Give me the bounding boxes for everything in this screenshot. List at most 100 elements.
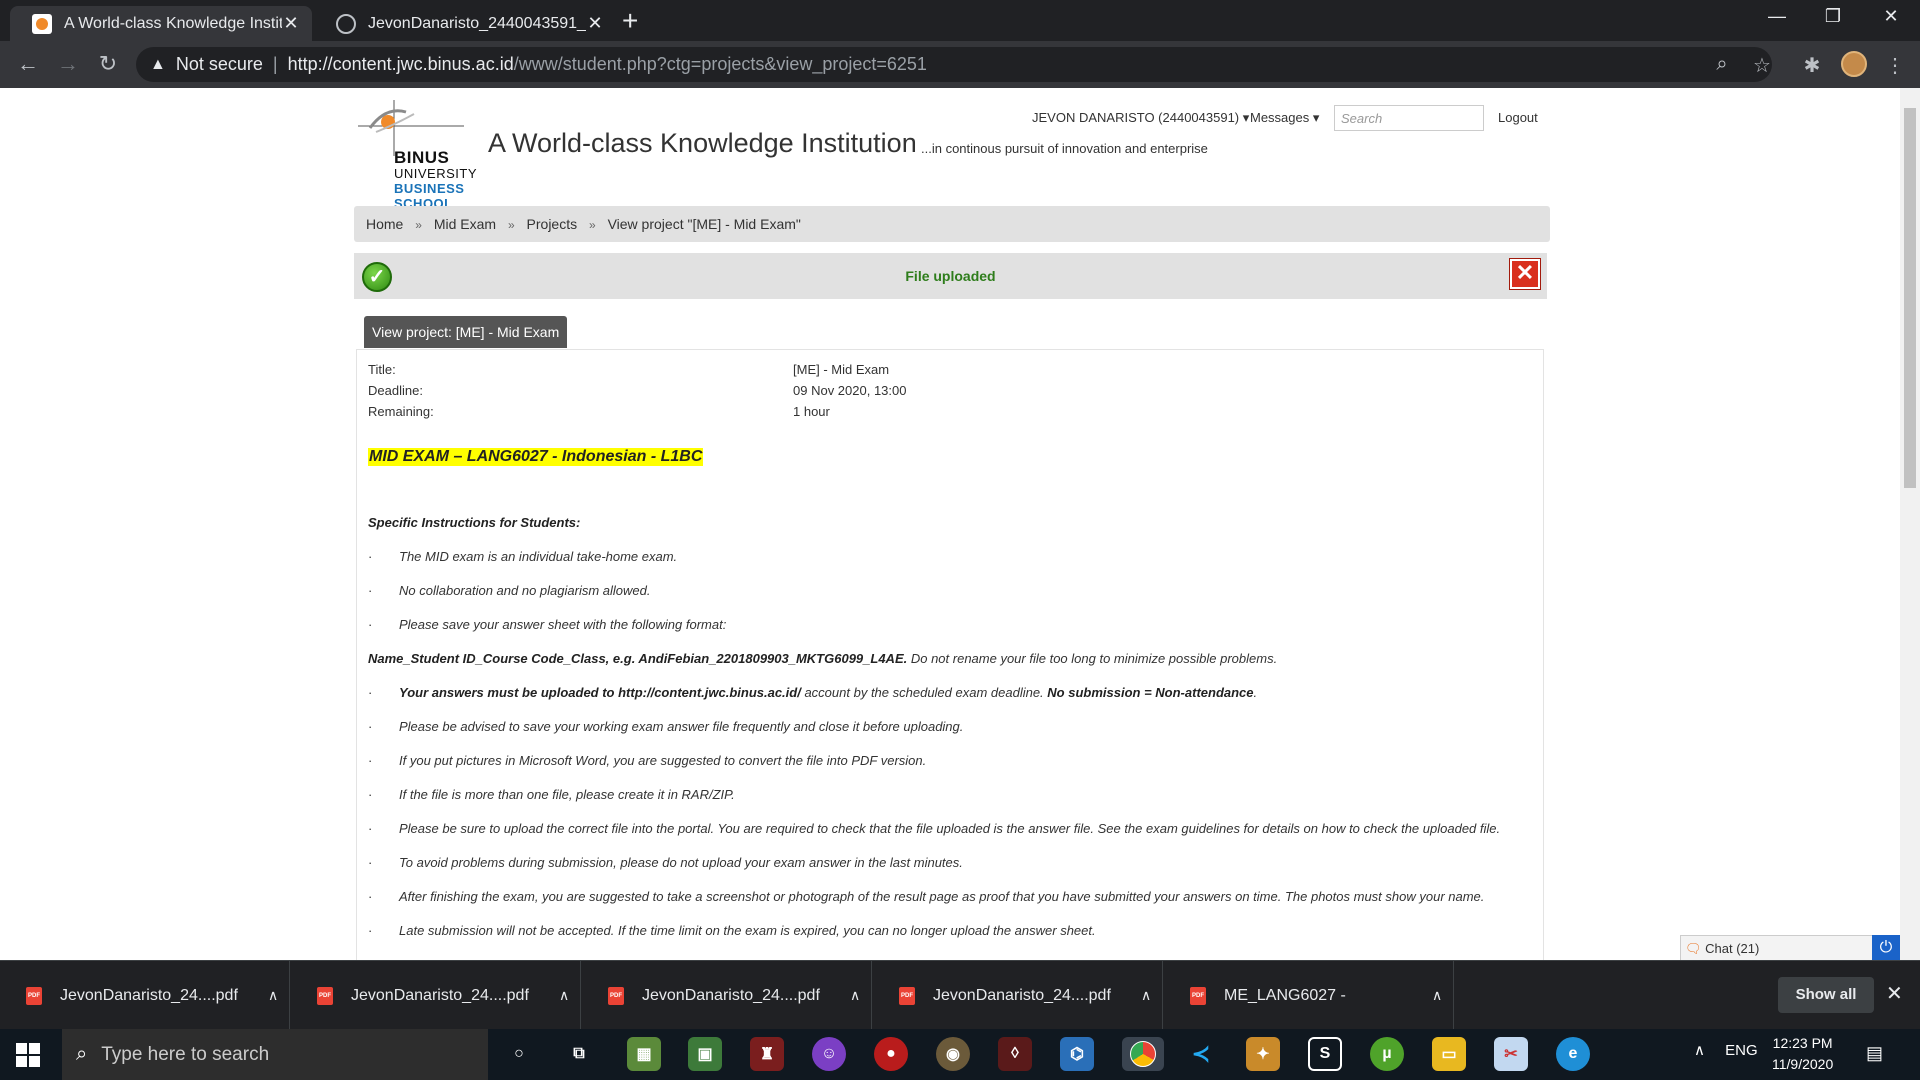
messages-menu[interactable]: Messages ▾ <box>1250 110 1319 126</box>
cortana-icon[interactable]: ○ <box>502 1037 536 1071</box>
tab-inactive[interactable]: JevonDanaristo_2440043591_LAN ✕ <box>314 6 616 41</box>
chat-power-icon[interactable]: ⏻ <box>1872 935 1900 961</box>
bullet: · <box>368 617 373 632</box>
chevron-up-icon[interactable]: ∧ <box>559 987 569 1004</box>
file-explorer-icon[interactable]: ▭ <box>1432 1037 1466 1071</box>
tab-active[interactable]: A World-class Knowledge Institut ✕ <box>10 6 312 41</box>
extensions-puzzle-icon[interactable]: ✱ <box>1799 53 1825 78</box>
chat-widget[interactable]: 🗨 Chat (21) <box>1680 935 1880 961</box>
forward-icon[interactable]: → <box>54 51 82 77</box>
download-filename: JevonDanaristo_24....pdf <box>933 986 1111 1004</box>
chevron-up-icon[interactable]: ∧ <box>1432 987 1442 1004</box>
downloads-close-icon[interactable]: ✕ <box>1886 981 1903 1006</box>
python-icon[interactable]: ⌬ <box>1060 1037 1094 1071</box>
instruction-item: Please be sure to upload the correct fil… <box>399 821 1501 836</box>
reload-icon[interactable]: ↻ <box>94 51 122 77</box>
download-item[interactable]: PDF JevonDanaristo_24....pdf ∧ <box>873 961 1163 1030</box>
security-label[interactable]: Not secure <box>176 54 263 75</box>
tab-close-icon[interactable]: ✕ <box>282 13 300 34</box>
upload-notice: ✓ File uploaded ✕ <box>354 253 1547 299</box>
site-tagline: A World-class Knowledge Institution <box>488 128 917 158</box>
image-editor-icon[interactable]: ▣ <box>688 1037 722 1071</box>
s-app-icon[interactable]: S <box>1308 1037 1342 1071</box>
binus-logo[interactable]: BINUS UNIVERSITY BUSINESS SCHOOL <box>356 98 478 211</box>
download-item[interactable]: PDF JevonDanaristo_24....pdf ∧ <box>291 961 581 1030</box>
chevron-up-icon[interactable]: ∧ <box>268 987 278 1004</box>
user-menu[interactable]: JEVON DANARISTO (2440043591) ▾ <box>1032 110 1249 126</box>
chevron-up-icon[interactable]: ∧ <box>850 987 860 1004</box>
new-tab-icon[interactable]: + <box>622 7 638 35</box>
download-item[interactable]: PDF JevonDanaristo_24....pdf ∧ <box>582 961 872 1030</box>
tab-view-project[interactable]: View project: [ME] - Mid Exam <box>364 316 568 348</box>
chat-icon: 🗨 <box>1685 941 1702 956</box>
task-view-icon[interactable]: ⧉ <box>562 1037 596 1071</box>
remaining-value: 1 hour <box>793 404 830 419</box>
bookmark-star-icon[interactable]: ☆ <box>1749 53 1775 78</box>
taskbar-search-placeholder: Type here to search <box>101 1043 270 1065</box>
tab-close-icon[interactable]: ✕ <box>586 13 604 34</box>
edge-icon[interactable]: e <box>1556 1037 1590 1071</box>
browser-toolbar: ← → ↻ ▲ Not secure | http://content.jwc.… <box>0 41 1920 88</box>
warning-icon[interactable]: ▲ <box>150 56 166 74</box>
bullet: · <box>368 787 373 802</box>
taskbar-clock[interactable]: 12:23 PM 11/9/2020 <box>1772 1033 1833 1075</box>
vscode-icon[interactable]: ≺ <box>1184 1037 1218 1071</box>
menu-kebab-icon[interactable]: ⋮ <box>1882 53 1908 78</box>
language-indicator[interactable]: ENG <box>1725 1042 1758 1059</box>
page-scrollbar[interactable] <box>1900 88 1920 960</box>
notification-center-icon[interactable]: ▤ <box>1866 1043 1883 1064</box>
red-game-icon[interactable]: ◊ <box>998 1037 1032 1071</box>
zoom-icon[interactable]: ⌕ <box>1709 53 1735 76</box>
chevron-up-icon[interactable]: ∧ <box>1141 987 1151 1004</box>
breadcrumb-home[interactable]: Home <box>366 216 403 232</box>
web-page: BINUS UNIVERSITY BUSINESS SCHOOL A World… <box>0 88 1900 960</box>
pdf-file-icon: PDF <box>317 986 333 1005</box>
utorrent-icon[interactable]: µ <box>1370 1037 1404 1071</box>
scrollbar-thumb[interactable] <box>1904 108 1916 488</box>
windows-start-icon[interactable] <box>16 1043 40 1067</box>
site-favicon-icon <box>32 13 52 34</box>
chrome-icon[interactable] <box>1122 1037 1164 1071</box>
window-close-icon[interactable]: ✕ <box>1876 6 1906 27</box>
game-shield-icon[interactable]: ♜ <box>750 1037 784 1071</box>
strategy-game-icon[interactable]: ◉ <box>936 1037 970 1071</box>
show-all-button[interactable]: Show all <box>1778 977 1874 1013</box>
close-notice-icon[interactable]: ✕ <box>1509 258 1541 290</box>
mushroom-app-icon[interactable]: ● <box>874 1037 908 1071</box>
taskbar-search-input[interactable]: ⌕ Type here to search <box>62 1029 488 1080</box>
download-item[interactable]: PDF ME_LANG6027 - ∧ <box>1164 961 1454 1030</box>
minimize-icon[interactable]: — <box>1762 6 1792 27</box>
snip-tool-icon[interactable]: ✂ <box>1494 1037 1528 1071</box>
breadcrumb-mid-exam[interactable]: Mid Exam <box>434 216 496 232</box>
download-item[interactable]: PDF JevonDanaristo_24....pdf ∧ <box>0 961 290 1030</box>
site-subtagline: ...in continous pursuit of innovation an… <box>921 141 1208 156</box>
bullet: · <box>368 821 373 836</box>
site-search-input[interactable]: Search <box>1334 105 1484 131</box>
back-icon[interactable]: ← <box>14 51 42 77</box>
tray-chevron-up-icon[interactable]: ∧ <box>1694 1042 1705 1059</box>
address-bar[interactable]: ▲ Not secure | http://content.jwc.binus.… <box>136 47 1772 82</box>
url-host[interactable]: http://content.jwc.binus.ac.id <box>288 54 514 75</box>
download-filename: JevonDanaristo_24....pdf <box>60 986 238 1004</box>
breadcrumb-current[interactable]: View project "[ME] - Mid Exam" <box>608 216 801 232</box>
project-panel: Title: [ME] - Mid Exam Deadline: 09 Nov … <box>356 349 1544 960</box>
url-path[interactable]: /www/student.php?ctg=projects&view_proje… <box>514 54 927 75</box>
restore-icon[interactable]: ❐ <box>1818 6 1848 27</box>
system-tray: ∧ ENG <box>1694 1041 1758 1059</box>
breadcrumb-projects[interactable]: Projects <box>527 216 578 232</box>
tab-title: JevonDanaristo_2440043591_LAN <box>368 14 586 32</box>
minecraft-icon[interactable]: ▦ <box>627 1037 661 1071</box>
instruction-item: No collaboration and no plagiarism allow… <box>399 583 651 598</box>
deadline-value: 09 Nov 2020, 13:00 <box>793 383 907 398</box>
browser-tabstrip: A World-class Knowledge Institut ✕ Jevon… <box>0 0 1920 41</box>
notice-text: File uploaded <box>905 268 996 284</box>
breadcrumb: Home » Mid Exam » Projects » View projec… <box>354 206 1550 242</box>
no-submission-text: No submission = Non-attendance <box>1047 685 1254 700</box>
purple-app-icon[interactable]: ☺ <box>812 1037 846 1071</box>
logo-line2: UNIVERSITY <box>394 166 478 181</box>
logout-link[interactable]: Logout <box>1498 110 1538 125</box>
breadcrumb-separator: » <box>589 218 596 232</box>
instruction-item: Late submission will not be accepted. If… <box>399 923 1096 938</box>
profile-avatar[interactable] <box>1841 51 1867 77</box>
counter-strike-icon[interactable]: ✦ <box>1246 1037 1280 1071</box>
